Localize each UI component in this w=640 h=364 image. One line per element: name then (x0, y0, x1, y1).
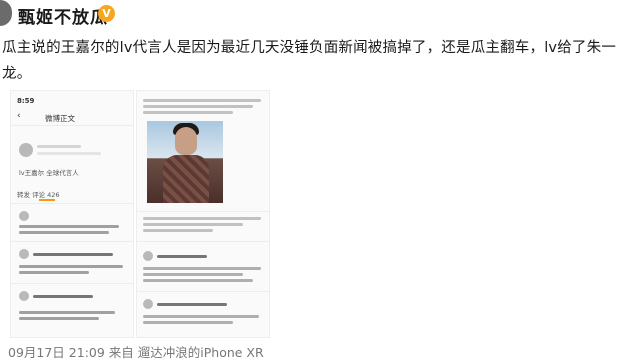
comment-line (19, 225, 119, 228)
text-line (143, 217, 261, 220)
comment-line (143, 267, 261, 270)
post-meta: 09月17日 21:09 来自 遛达冲浪的iPhone XR (8, 345, 264, 360)
avatar (143, 251, 153, 261)
divider (11, 125, 133, 126)
portrait-photo (147, 121, 223, 203)
post-text: 瓜主说的王嘉尔的lv代言人是因为最近几天没锤负面新闻被搞掉了，还是瓜主翻车，lv… (2, 40, 617, 82)
text-line (143, 229, 213, 232)
author-line (37, 145, 81, 148)
quoted-text: lv王嘉尔 全球代言人 (19, 169, 79, 177)
back-icon: ‹ (17, 111, 21, 121)
comment-line (157, 255, 207, 258)
avatar (19, 291, 29, 301)
comment-line (143, 315, 259, 318)
comment-line (19, 311, 115, 314)
avatar (19, 211, 29, 221)
text-line (143, 111, 233, 114)
photo-head (175, 127, 197, 155)
avatar[interactable] (0, 0, 12, 26)
meta-line (37, 152, 101, 155)
text-line (143, 223, 243, 226)
comment-line (19, 231, 109, 234)
verified-badge-icon: V (98, 5, 115, 22)
screenshot-right (136, 90, 270, 338)
text-line (143, 105, 253, 108)
comment-line (157, 303, 227, 306)
comment-line (19, 317, 99, 320)
comment-line (143, 321, 233, 324)
comment-line (33, 253, 113, 256)
avatar (19, 143, 33, 157)
weibo-post: 甄姬不放瓜 V 瓜主说的王嘉尔的lv代言人是因为最近几天没锤负面新闻被搞掉了，还… (0, 0, 640, 364)
avatar (143, 299, 153, 309)
embedded-image[interactable]: 8:59 ‹ 微博正文 lv王嘉尔 全球代言人 转发 评论 426 (10, 90, 270, 340)
username[interactable]: 甄姬不放瓜 (18, 3, 108, 28)
nav-title: 微博正文 (45, 114, 75, 123)
tab-underline (39, 199, 55, 201)
comment-line (143, 273, 243, 276)
divider (137, 211, 269, 212)
screenshot-left: 8:59 ‹ 微博正文 lv王嘉尔 全球代言人 转发 评论 426 (10, 90, 134, 338)
comment-line (33, 295, 93, 298)
comment-line (19, 265, 123, 268)
comment-line (19, 271, 89, 274)
divider (137, 241, 269, 242)
divider (137, 291, 269, 292)
divider (11, 241, 133, 242)
photo-body (163, 155, 209, 203)
status-time: 8:59 (17, 97, 35, 105)
tabs: 转发 评论 426 (17, 191, 60, 199)
comment-line (143, 279, 253, 282)
text-line (143, 99, 261, 102)
divider (11, 283, 133, 284)
divider (11, 203, 133, 204)
avatar (19, 249, 29, 259)
